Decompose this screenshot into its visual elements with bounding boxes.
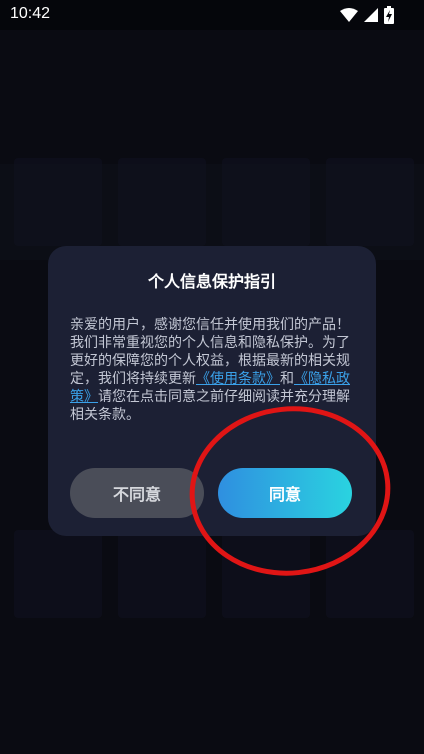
background-tile [326,530,414,618]
background-tile [14,530,102,618]
status-time: 10:42 [10,5,51,22]
dialog-title: 个人信息保护指引 [147,272,276,291]
body-text-and: 和 [280,371,294,387]
background-tile [222,158,310,246]
wifi-icon [340,8,358,22]
background-tile [326,158,414,246]
disagree-button[interactable]: 不同意 [70,468,204,518]
agree-button[interactable]: 同意 [218,468,352,518]
status-icons [340,6,394,24]
status-bar: 10:42 [0,0,424,30]
background-tile [118,158,206,246]
body-text-outro: 请您在点击同意之前仔细阅读并充分理解相关条款。 [70,389,350,423]
background-tile [14,158,102,246]
background-tile [222,530,310,618]
battery-charging-icon [384,6,394,24]
background-tile [118,530,206,618]
dialog-body: 亲爱的用户，感谢您信任并使用我们的产品！我们非常重视您的个人信息和隐私保护。为了… [70,316,356,424]
cell-signal-icon [364,8,378,22]
terms-link[interactable]: 《使用条款》 [196,371,280,387]
privacy-dialog: 个人信息保护指引 亲爱的用户，感谢您信任并使用我们的产品！我们非常重视您的个人信… [48,246,376,536]
